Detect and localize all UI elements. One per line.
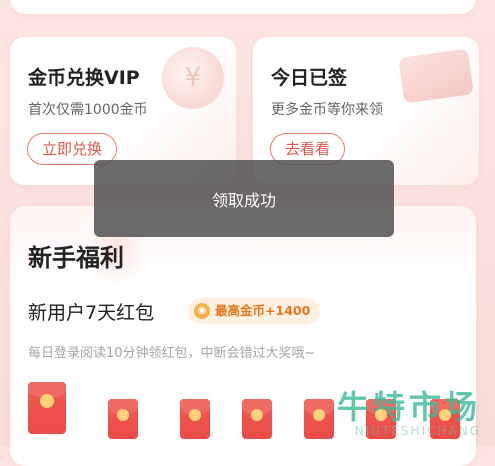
- welfare-title: 新手福利: [28, 244, 124, 272]
- sign-card-subtitle: 更多金币等你来领: [271, 102, 383, 118]
- max-coin-badge: ◉ 最高金币+1400: [188, 298, 321, 324]
- success-toast: 领取成功: [94, 160, 394, 237]
- watermark-subtext: NIUTESHICHANG: [354, 424, 481, 438]
- red-envelope-day-1[interactable]: [28, 382, 66, 434]
- envelope-seal-icon: [189, 409, 201, 421]
- vip-card-subtitle: 首次仅需1000金币: [28, 102, 148, 118]
- red-envelope-day-2[interactable]: [108, 399, 138, 439]
- red-envelope-day-3[interactable]: [180, 399, 210, 439]
- redpack-title: 新用户7天红包: [28, 302, 155, 324]
- coin-deco-icon: ¥: [162, 47, 224, 109]
- watermark-text: 牛特市场: [336, 388, 481, 426]
- book-deco-icon: [398, 48, 474, 104]
- envelope-seal-icon: [251, 409, 263, 421]
- red-envelope-day-4[interactable]: [242, 399, 272, 439]
- envelope-seal-icon: [439, 409, 451, 421]
- top-card: [10, 0, 476, 14]
- sign-card-title: 今日已签: [271, 67, 348, 89]
- vip-card-title: 金币兑换VIP: [28, 67, 140, 89]
- envelope-seal-icon: [375, 409, 387, 421]
- envelope-seal-icon: [313, 409, 325, 421]
- redpack-description: 每日登录阅读10分钟领红包，中断会错过大奖哦~: [28, 346, 316, 361]
- envelope-seal-icon: [40, 394, 54, 408]
- red-envelope-day-5[interactable]: [304, 399, 334, 439]
- envelope-seal-icon: [117, 409, 129, 421]
- badge-text: 最高金币+1400: [215, 303, 311, 318]
- coin-icon: ◉: [194, 303, 210, 319]
